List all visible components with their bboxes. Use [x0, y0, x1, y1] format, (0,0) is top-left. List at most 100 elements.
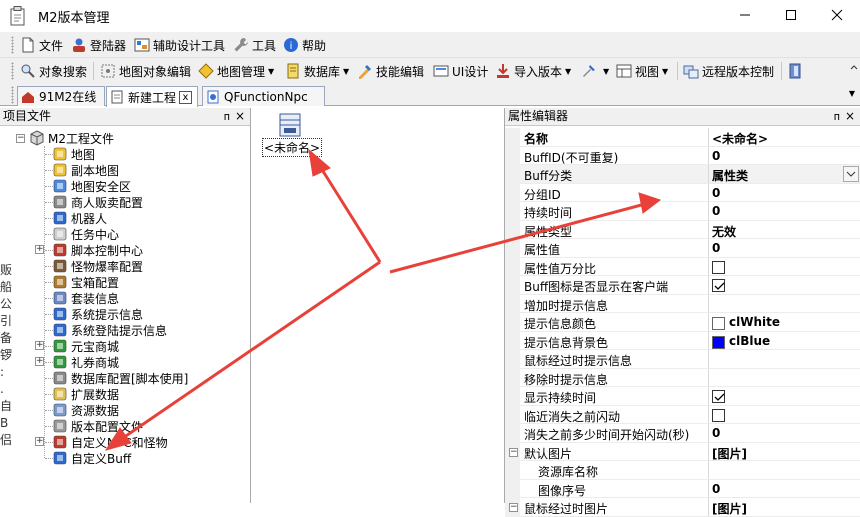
tree-item[interactable]: 元宝商城 — [52, 338, 119, 354]
design-canvas[interactable] — [252, 106, 503, 503]
tree-item[interactable]: 地图 — [52, 146, 95, 162]
map-manage-button[interactable]: 地图管理 ▼ — [198, 61, 274, 81]
toolbar-overflow-up[interactable] — [848, 60, 860, 82]
property-row[interactable]: 属性值万分比 — [505, 257, 860, 276]
property-value[interactable]: 0 — [712, 426, 720, 440]
expand-icon[interactable]: + — [35, 357, 44, 366]
close-button[interactable] — [814, 0, 860, 30]
menu-file[interactable]: 文件 — [20, 35, 63, 55]
tab-list-dropdown[interactable]: ▼ — [846, 86, 858, 102]
menu-design-tools[interactable]: 辅助设计工具 — [134, 35, 225, 55]
property-row[interactable]: 消失之前多少时间开始闪动(秒) 0 — [505, 424, 860, 443]
property-row[interactable]: 临近消失之前闪动 — [505, 405, 860, 424]
property-value[interactable]: 0 — [712, 482, 720, 496]
tree-item[interactable]: 机器人 — [52, 210, 107, 226]
skill-edit-button[interactable]: 技能编辑 — [357, 61, 424, 81]
import-version-button[interactable]: 导入版本 ▼ — [495, 61, 571, 81]
collapse-icon[interactable]: − — [509, 503, 518, 512]
tab-new-project[interactable]: 新建工程 x — [106, 86, 198, 107]
tree-item[interactable]: 系统提示信息 — [52, 306, 143, 322]
tree-item[interactable]: 脚本控制中心 — [52, 242, 143, 258]
tree-item[interactable]: 版本配置文件 — [52, 418, 143, 434]
collapse-icon[interactable]: − — [509, 447, 518, 457]
ui-design-button[interactable]: UI设计 — [433, 61, 488, 81]
dropdown-button[interactable] — [843, 166, 859, 182]
property-row[interactable]: 属性值 0 — [505, 239, 860, 258]
npc-object-label[interactable]: <未命名> — [262, 138, 323, 157]
tab-close-button[interactable]: x — [179, 90, 193, 104]
property-checkbox[interactable] — [712, 260, 725, 274]
property-value[interactable]: [图片] — [712, 445, 747, 462]
property-row[interactable]: 移除时提示信息 — [505, 368, 860, 387]
property-value[interactable]: clWhite — [729, 315, 780, 329]
color-swatch[interactable] — [712, 335, 725, 349]
tree-item[interactable]: 礼券商城 — [52, 354, 119, 370]
menu-grip[interactable] — [11, 36, 14, 54]
tree-item[interactable]: 任务中心 — [52, 226, 119, 242]
property-checkbox[interactable] — [712, 408, 725, 422]
property-row[interactable]: 图像序号 0 — [505, 479, 860, 498]
menu-launcher[interactable]: 登陆器 — [71, 35, 126, 55]
database-button[interactable]: 数据库 ▼ — [285, 61, 349, 81]
property-value[interactable]: 0 — [712, 149, 720, 163]
property-row[interactable]: Buff分类 属性类 — [505, 165, 860, 184]
close-icon[interactable]: × — [235, 108, 245, 125]
property-value[interactable]: 0 — [712, 186, 720, 200]
tree-root[interactable]: − M2工程文件 — [16, 130, 114, 146]
tab-91m2-online[interactable]: 91M2在线 — [17, 86, 105, 106]
expand-icon[interactable]: + — [35, 245, 44, 254]
close-icon[interactable]: × — [845, 108, 855, 125]
toolbar-grip[interactable] — [11, 62, 14, 80]
expand-icon[interactable]: + — [35, 341, 44, 350]
minimize-button[interactable] — [722, 0, 768, 30]
expand-icon[interactable]: + — [35, 437, 44, 446]
remote-version-button[interactable]: 远程版本控制 — [683, 61, 774, 81]
property-row[interactable]: − 默认图片 [图片] — [505, 442, 860, 462]
property-row[interactable]: 鼠标经过时提示信息 — [505, 350, 860, 369]
property-row[interactable]: 资源库名称 — [505, 461, 860, 480]
pin-icon[interactable]: ᴨ — [224, 108, 230, 125]
property-row[interactable]: 提示信息背景色 clBlue — [505, 331, 860, 350]
pin-icon[interactable]: ᴨ — [834, 108, 840, 125]
property-row[interactable]: − 鼠标经过时图片 [图片] — [505, 498, 860, 517]
property-row[interactable]: 提示信息颜色 clWhite — [505, 313, 860, 332]
tree-item[interactable]: 套装信息 — [52, 290, 119, 306]
menu-help[interactable]: i 帮助 — [283, 35, 326, 55]
maximize-button[interactable] — [768, 0, 814, 30]
property-value[interactable]: 无效 — [712, 223, 736, 240]
tree-item[interactable]: 自定义Buff — [52, 450, 131, 466]
tools-dropdown-button[interactable]: ▼ — [581, 61, 609, 81]
collapse-icon[interactable]: − — [16, 133, 25, 143]
view-button[interactable]: 视图 ▼ — [616, 61, 668, 81]
property-checkbox[interactable] — [712, 390, 725, 403]
property-value[interactable]: 属性类 — [712, 167, 748, 184]
tree-item[interactable]: 扩展数据 — [52, 386, 119, 402]
tree-item[interactable]: 资源数据 — [52, 402, 119, 418]
property-row[interactable]: 增加时提示信息 — [505, 294, 860, 313]
tree-item[interactable]: 系统登陆提示信息 — [52, 322, 167, 338]
tab-qfunctionnpc[interactable]: QFunctionNpc — [202, 86, 325, 106]
tree-item[interactable]: 副本地图 — [52, 162, 119, 178]
map-object-edit-button[interactable]: 地图对象编辑 — [100, 61, 191, 81]
color-swatch[interactable] — [712, 317, 725, 330]
property-value[interactable]: 0 — [712, 241, 720, 255]
menu-tools[interactable]: 工具 — [233, 35, 276, 55]
property-row[interactable]: 属性类型 无效 — [505, 220, 860, 240]
property-value[interactable]: <未命名> — [712, 130, 768, 147]
tree-item[interactable]: 自定义NPC和怪物 — [52, 434, 168, 450]
property-value[interactable]: 0 — [712, 204, 720, 218]
tree-item[interactable]: 数据库配置[脚本使用] — [52, 370, 188, 386]
property-row[interactable]: 持续时间 0 — [505, 202, 860, 221]
property-value[interactable]: clBlue — [729, 334, 770, 348]
property-row[interactable]: 名称 <未命名> — [505, 128, 860, 147]
object-search-button[interactable]: 对象搜索 — [20, 61, 87, 81]
tree-item[interactable]: 怪物爆率配置 — [52, 258, 143, 274]
tree-item[interactable]: 地图安全区 — [52, 178, 131, 194]
exit-button[interactable] — [787, 61, 806, 81]
tree-item[interactable]: 商人贩卖配置 — [52, 194, 143, 210]
property-checkbox[interactable] — [712, 279, 725, 292]
tab-grip[interactable] — [11, 86, 14, 104]
property-row[interactable]: BuffID(不可重复) 0 — [505, 146, 860, 165]
property-row[interactable]: 分组ID 0 — [505, 183, 860, 202]
property-row[interactable]: Buff图标是否显示在客户端 — [505, 276, 860, 295]
